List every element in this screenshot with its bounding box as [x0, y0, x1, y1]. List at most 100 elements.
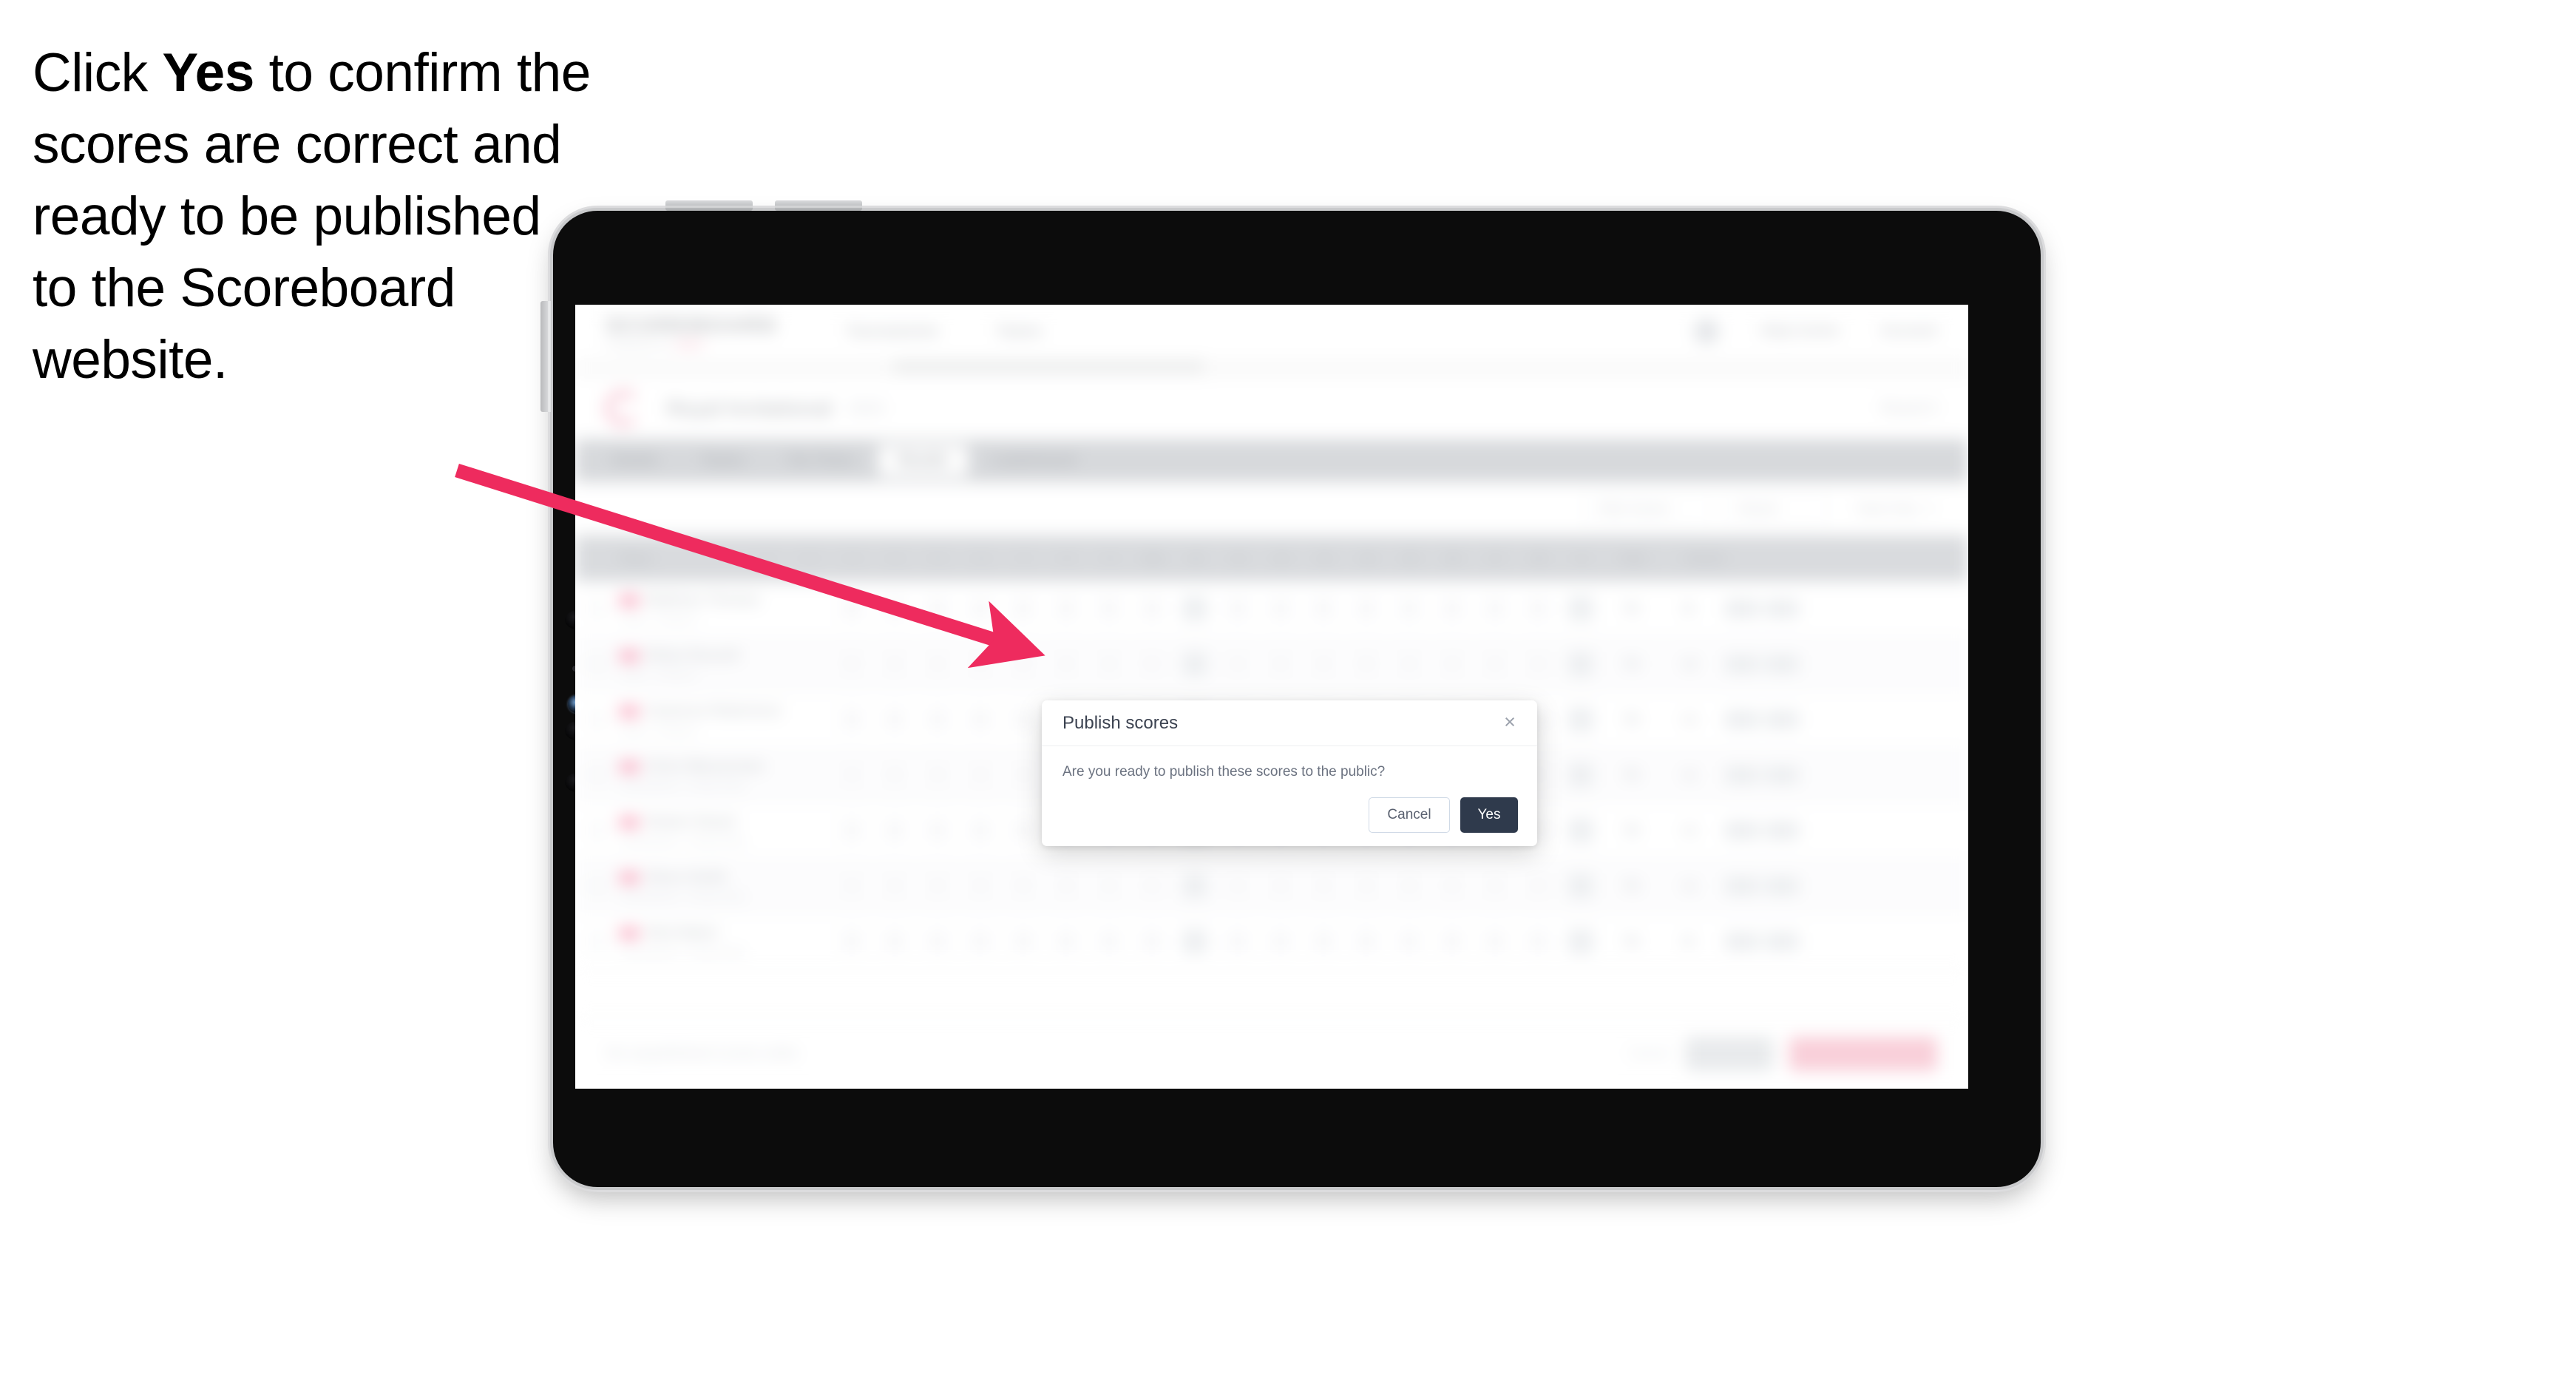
score-cell[interactable]: 4: [1216, 652, 1259, 677]
score-cell[interactable]: 3: [1045, 596, 1088, 621]
score-cell[interactable]: 4: [1431, 596, 1474, 621]
round-select[interactable]: Round: [1723, 494, 1827, 524]
score-cell[interactable]: 5: [1131, 873, 1173, 899]
score-cell[interactable]: 4: [1259, 652, 1302, 677]
row-actions[interactable]: [1718, 933, 1806, 950]
row-checkbox[interactable]: [575, 712, 620, 727]
row-actions[interactable]: [1718, 766, 1806, 784]
tab-leaderboard[interactable]: Leaderboard: [972, 445, 1096, 476]
score-cell[interactable]: 5: [1345, 929, 1388, 954]
score-cell[interactable]: 4: [1088, 929, 1131, 954]
row-checkbox[interactable]: [575, 601, 620, 616]
score-cell[interactable]: 4: [873, 818, 916, 843]
score-cell[interactable]: 4: [959, 873, 1002, 899]
score-cell[interactable]: 4: [873, 652, 916, 677]
nav-item-account[interactable]: Account: [1881, 323, 1937, 339]
score-cell[interactable]: 4: [959, 818, 1002, 843]
row-checkbox[interactable]: [575, 879, 620, 893]
tab-details[interactable]: Details: [593, 445, 677, 476]
row-checkbox[interactable]: [575, 657, 620, 672]
score-cell[interactable]: 5: [1088, 596, 1131, 621]
score-cell[interactable]: 4: [1045, 929, 1088, 954]
score-cell[interactable]: 4: [873, 873, 916, 899]
score-cell[interactable]: 4: [1002, 818, 1045, 843]
table-row[interactable]: Ethan Russell Team - Group A5443544534445…: [575, 637, 1968, 692]
table-row[interactable]: Nick Baker Tournament - Group Only 5 3 4 4 4 4 4…: [575, 914, 1968, 970]
score-cell[interactable]: 4: [1388, 929, 1431, 954]
score-cell[interactable]: 4: [1345, 596, 1388, 621]
score-cell[interactable]: 4: [916, 873, 959, 899]
nav-item-help-centre[interactable]: Help Centre: [1760, 323, 1840, 339]
score-cell[interactable]: 5: [1345, 652, 1388, 677]
volume-down-button[interactable]: [775, 200, 862, 211]
score-cell[interactable]: 4: [1302, 873, 1345, 899]
filter-scores-select[interactable]: Filter Scores: [1582, 494, 1709, 524]
score-cell[interactable]: 4: [1002, 596, 1045, 621]
score-cell[interactable]: 4: [1559, 818, 1602, 843]
score-cell[interactable]: 5: [1559, 652, 1602, 677]
score-cell[interactable]: 3: [959, 652, 1002, 677]
score-cell[interactable]: 4: [830, 707, 873, 732]
score-cell[interactable]: 4: [830, 763, 873, 788]
power-button[interactable]: [540, 301, 551, 412]
row-actions[interactable]: [1718, 600, 1806, 618]
table-row[interactable]: Steve Smith Tournament - Group Only 4 4 4 4 5 3…: [575, 859, 1968, 914]
score-cell[interactable]: 4: [1088, 873, 1131, 899]
score-cell[interactable]: 4: [1002, 929, 1045, 954]
tab-tee-times[interactable]: Tee Times: [768, 445, 874, 476]
score-cell[interactable]: 4: [1431, 929, 1474, 954]
score-cell[interactable]: 5: [916, 596, 959, 621]
score-cell[interactable]: 4: [830, 596, 873, 621]
score-cell[interactable]: 4: [1216, 873, 1259, 899]
score-cell[interactable]: 4: [1474, 873, 1516, 899]
score-cell[interactable]: 4: [1559, 596, 1602, 621]
score-cell[interactable]: 5: [1002, 873, 1045, 899]
score-cell[interactable]: 4: [1559, 707, 1602, 732]
score-cell[interactable]: 4: [959, 929, 1002, 954]
score-cell[interactable]: 3: [1431, 652, 1474, 677]
score-cell[interactable]: 5: [916, 818, 959, 843]
row-checkbox[interactable]: [575, 768, 620, 782]
score-cell[interactable]: 4: [1045, 652, 1088, 677]
row-checkbox[interactable]: [575, 934, 620, 949]
score-cell[interactable]: 4: [1088, 652, 1131, 677]
score-cell[interactable]: 4: [1302, 652, 1345, 677]
row-actions[interactable]: [1718, 822, 1806, 839]
score-cell[interactable]: 3: [1216, 596, 1259, 621]
brand-logo[interactable]: SCOREBOARD POWERED BY GOLF: [606, 314, 778, 350]
score-cell[interactable]: 4: [1516, 929, 1559, 954]
score-cell[interactable]: 4: [1559, 763, 1602, 788]
score-cell[interactable]: 5: [830, 929, 873, 954]
volume-up-button[interactable]: [665, 200, 753, 211]
score-cell[interactable]: 3: [830, 818, 873, 843]
score-cell[interactable]: 5: [1131, 652, 1173, 677]
score-cell[interactable]: 5: [873, 763, 916, 788]
score-cell[interactable]: 4: [1516, 652, 1559, 677]
score-cell[interactable]: 4: [830, 873, 873, 899]
close-icon[interactable]: ×: [1499, 711, 1521, 733]
row-actions[interactable]: [1718, 711, 1806, 729]
score-cell[interactable]: 4: [1474, 596, 1516, 621]
row-checkbox[interactable]: [575, 823, 620, 838]
score-cell[interactable]: 3: [1173, 652, 1216, 677]
score-cell[interactable]: 5: [1302, 596, 1345, 621]
score-cell[interactable]: 3: [1388, 596, 1431, 621]
score-cell[interactable]: 4: [1259, 596, 1302, 621]
score-cell[interactable]: 4: [1345, 873, 1388, 899]
score-cell[interactable]: 4: [1002, 763, 1045, 788]
score-cell[interactable]: 3: [1045, 873, 1088, 899]
row-actions[interactable]: [1718, 877, 1806, 895]
score-cell[interactable]: 3: [1388, 873, 1431, 899]
score-cell[interactable]: 3: [873, 929, 916, 954]
save-button[interactable]: [1686, 1036, 1773, 1071]
score-cell[interactable]: 5: [1173, 929, 1216, 954]
score-cell[interactable]: 4: [1173, 873, 1216, 899]
yes-button[interactable]: Yes: [1460, 797, 1518, 833]
score-cell[interactable]: 3: [916, 763, 959, 788]
cancel-button[interactable]: Cancel: [1369, 797, 1450, 833]
footer-cancel-link[interactable]: Cancel: [1628, 1046, 1670, 1061]
score-cell[interactable]: 4: [916, 929, 959, 954]
score-cell[interactable]: 4: [1388, 652, 1431, 677]
score-cell[interactable]: 4: [1173, 596, 1216, 621]
row-actions[interactable]: [1718, 655, 1806, 673]
